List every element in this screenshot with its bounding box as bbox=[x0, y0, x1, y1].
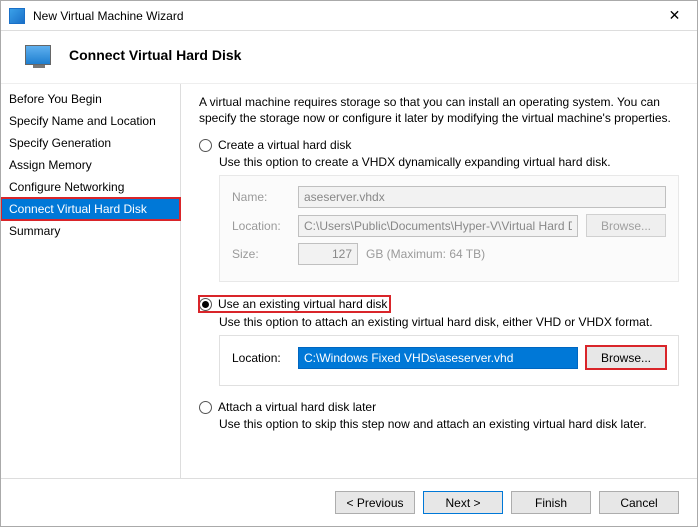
page-header: Connect Virtual Hard Disk bbox=[1, 31, 697, 83]
titlebar: New Virtual Machine Wizard ✕ bbox=[1, 1, 697, 31]
radio-existing-row[interactable]: Use an existing virtual hard disk bbox=[199, 296, 390, 312]
close-icon[interactable]: ✕ bbox=[652, 1, 697, 31]
sidebar-item-assign-memory[interactable]: Assign Memory bbox=[1, 154, 180, 176]
previous-button[interactable]: < Previous bbox=[335, 491, 415, 514]
existing-panel: Location: Browse... bbox=[219, 335, 679, 386]
existing-location-input[interactable] bbox=[298, 347, 578, 369]
window-title: New Virtual Machine Wizard bbox=[33, 9, 652, 23]
intro-text: A virtual machine requires storage so th… bbox=[199, 94, 679, 126]
option-existing: Use an existing virtual hard disk Use th… bbox=[199, 296, 679, 386]
existing-browse-button[interactable]: Browse... bbox=[586, 346, 666, 369]
sidebar-item-connect-virtual-hard-disk[interactable]: Connect Virtual Hard Disk bbox=[1, 198, 180, 220]
radio-later-label: Attach a virtual hard disk later bbox=[218, 400, 376, 414]
create-size-suffix: GB (Maximum: 64 TB) bbox=[366, 247, 485, 261]
sidebar-item-configure-networking[interactable]: Configure Networking bbox=[1, 176, 180, 198]
create-location-label: Location: bbox=[232, 219, 290, 233]
option-create: Create a virtual hard disk Use this opti… bbox=[199, 138, 679, 282]
create-panel: Name: Location: Browse... Size: GB (Maxi… bbox=[219, 175, 679, 282]
existing-desc: Use this option to attach an existing vi… bbox=[219, 315, 679, 329]
create-size-label: Size: bbox=[232, 247, 290, 261]
create-browse-button: Browse... bbox=[586, 214, 666, 237]
radio-existing-label: Use an existing virtual hard disk bbox=[218, 297, 387, 311]
radio-later-row[interactable]: Attach a virtual hard disk later bbox=[199, 400, 679, 414]
wizard-window: New Virtual Machine Wizard ✕ Connect Vir… bbox=[0, 0, 698, 527]
existing-location-label: Location: bbox=[232, 351, 290, 365]
app-icon bbox=[9, 8, 25, 24]
radio-create-row[interactable]: Create a virtual hard disk bbox=[199, 138, 679, 152]
sidebar-item-specify-name-location[interactable]: Specify Name and Location bbox=[1, 110, 180, 132]
monitor-icon bbox=[25, 45, 51, 65]
step-sidebar: Before You Begin Specify Name and Locati… bbox=[1, 84, 181, 478]
create-size-input bbox=[298, 243, 358, 265]
create-name-input bbox=[298, 186, 666, 208]
sidebar-item-before-you-begin[interactable]: Before You Begin bbox=[1, 88, 180, 110]
radio-later[interactable] bbox=[199, 401, 212, 414]
create-desc: Use this option to create a VHDX dynamic… bbox=[219, 155, 679, 169]
sidebar-item-summary[interactable]: Summary bbox=[1, 220, 180, 242]
radio-create[interactable] bbox=[199, 139, 212, 152]
create-name-label: Name: bbox=[232, 190, 290, 204]
footer: < Previous Next > Finish Cancel bbox=[1, 478, 697, 526]
next-button[interactable]: Next > bbox=[423, 491, 503, 514]
radio-create-label: Create a virtual hard disk bbox=[218, 138, 351, 152]
content-pane: A virtual machine requires storage so th… bbox=[181, 84, 697, 478]
radio-existing[interactable] bbox=[199, 298, 212, 311]
create-location-input bbox=[298, 215, 578, 237]
page-title: Connect Virtual Hard Disk bbox=[69, 47, 241, 63]
sidebar-item-specify-generation[interactable]: Specify Generation bbox=[1, 132, 180, 154]
later-desc: Use this option to skip this step now an… bbox=[219, 417, 679, 431]
cancel-button[interactable]: Cancel bbox=[599, 491, 679, 514]
wizard-body: Before You Begin Specify Name and Locati… bbox=[1, 83, 697, 478]
option-later: Attach a virtual hard disk later Use thi… bbox=[199, 400, 679, 431]
finish-button[interactable]: Finish bbox=[511, 491, 591, 514]
